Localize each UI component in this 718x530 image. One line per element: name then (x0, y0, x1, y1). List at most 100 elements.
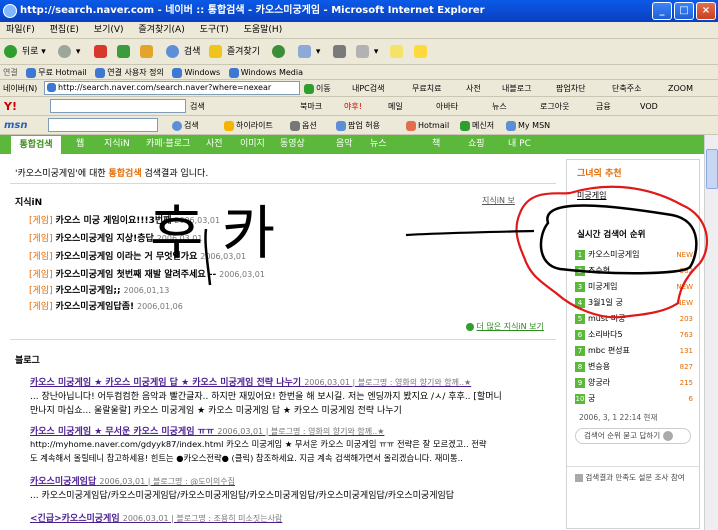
kin-item[interactable]: [게임] 카오스 미궁 게임이요!!!3번째 2006,03,01 (29, 213, 220, 226)
kin-item[interactable]: [게임] 카오스미궁게임 첫번째 재발 알려주세요 -- 2006,03,01 (29, 267, 265, 280)
logout-link[interactable]: 로그아웃 (540, 97, 569, 115)
back-button[interactable]: 뒤로 ▾ (4, 43, 46, 61)
tab-dictionary[interactable]: 사전 (206, 135, 223, 154)
kin-more-link[interactable]: 더 많은 지식iN 보기 (466, 321, 544, 332)
kin-more-top-link[interactable]: 지식iN 보 (482, 195, 515, 206)
msn-search-button[interactable]: 검색 (172, 116, 199, 134)
popup-block-link[interactable]: 팝업차단 (556, 80, 585, 96)
kin-item[interactable]: [게임] 카오스미궁게임답좀! 2006,01,06 (29, 299, 183, 312)
menu-bar: 파일(F) 편집(E) 보기(V) 즐겨찾기(A) 도구(T) 도움말(H) (0, 22, 718, 39)
msn-messenger-button[interactable]: 메신저 (460, 116, 494, 134)
my-msn-button[interactable]: My MSN (506, 116, 550, 134)
menu-file[interactable]: 파일(F) (6, 25, 35, 35)
rank-item[interactable]: 5 must 미궁 203 (575, 312, 693, 326)
maximize-button[interactable]: □ (674, 2, 694, 20)
vod-link[interactable]: VOD (640, 97, 658, 115)
feedback-link[interactable]: 검색결과 만족도 설문 조사 참여 (575, 472, 685, 483)
rank-item[interactable]: 7 mbc 편성표 131 (575, 344, 693, 358)
rank-item[interactable]: 8 변승용 827 (575, 360, 693, 374)
avatar-link[interactable]: 아바타 (436, 97, 458, 115)
messenger-button[interactable] (414, 43, 429, 61)
rank-item[interactable]: 9 양궁라 215 (575, 376, 693, 390)
go-button[interactable]: 이동 (304, 80, 331, 96)
link-windows[interactable]: Windows (172, 67, 220, 78)
news-link[interactable]: 뉴스 (492, 97, 507, 115)
tab-cafe-blog[interactable]: 카페·블로그 (146, 135, 190, 154)
scroll-thumb[interactable] (706, 149, 718, 189)
tab-news[interactable]: 뉴스 (370, 135, 387, 154)
dictionary-link[interactable]: 사전 (466, 80, 481, 96)
naver-search-input[interactable] (50, 99, 186, 113)
kin-item[interactable]: [게임] 카오스미궁게임 지상!층답 2006,03,01 (29, 231, 202, 244)
short-url-link[interactable]: 단축주소 (612, 80, 641, 96)
tab-book[interactable]: 책 (432, 135, 440, 154)
favorites-button[interactable]: 즐겨찾기 (209, 43, 260, 61)
rank-poll-button[interactable]: 검색어 순위 묻고 답하기 (575, 428, 691, 444)
options-button[interactable]: 옵션 (290, 116, 317, 134)
my-blog-link[interactable]: 내블로그 (502, 80, 531, 96)
vertical-scrollbar[interactable] (704, 135, 718, 530)
address-label: 네이버(N) (3, 84, 38, 93)
tab-shopping[interactable]: 쇼핑 (468, 135, 485, 154)
rank-item[interactable]: 10 궁 6 (575, 392, 693, 406)
rank-item[interactable]: 4 3월1일 궁 NEW (575, 296, 693, 310)
rank-item[interactable]: 2 조수현 382 (575, 264, 693, 278)
kin-item[interactable]: [게임] 카오스미궁게임 이라는 거 무엇인가요 2006,03,01 (29, 249, 246, 262)
rank-item[interactable]: 3 미궁게임 NEW (575, 280, 693, 294)
mail-button[interactable]: ▾ (298, 43, 320, 61)
search-button[interactable]: 검색 (166, 43, 200, 61)
edit-button[interactable]: ▾ (356, 43, 378, 61)
menu-edit[interactable]: 편집(E) (50, 25, 79, 35)
minimize-button[interactable]: _ (652, 2, 672, 20)
link-customize[interactable]: 연결 사용자 정의 (95, 67, 164, 78)
yahoo-logo[interactable]: Y! (4, 97, 17, 115)
kin-item[interactable]: [게임] 카오스미궁게임;; 2006,01,13 (29, 283, 169, 296)
home-button[interactable] (140, 43, 155, 61)
print-button[interactable] (333, 43, 348, 61)
blog-item-title[interactable]: 카오스미궁게임답 2006,03,01 | 블로그명 : @도이의수집 (30, 474, 235, 487)
menu-help[interactable]: 도움말(H) (244, 25, 283, 35)
recommend-link[interactable]: 미궁게임 (577, 190, 606, 201)
hotmail-button[interactable]: Hotmail (406, 116, 449, 134)
highlight-button[interactable]: 하이라이트 (224, 116, 273, 134)
tab-video[interactable]: 동영상 (280, 135, 305, 154)
rank-item[interactable]: 1 카오스미궁게임 NEW (575, 248, 693, 262)
stop-button[interactable] (94, 43, 109, 61)
search-tabs: 통합검색 웹 지식iN 카페·블로그 사전 이미지 동영상 음악 뉴스 책 쇼핑… (0, 135, 560, 154)
refresh-button[interactable] (117, 43, 132, 61)
tab-kin[interactable]: 지식iN (104, 135, 130, 154)
yahoo-button[interactable]: 야후! (344, 97, 362, 115)
address-input[interactable]: http://search.naver.com/search.naver?whe… (44, 81, 300, 95)
rank-item[interactable]: 6 소리바다5 763 (575, 328, 693, 342)
tab-web[interactable]: 웹 (76, 135, 84, 154)
link-hotmail[interactable]: 무료 Hotmail (26, 67, 87, 78)
bookmark-button[interactable]: 북마크 (300, 97, 322, 115)
free-cure-link[interactable]: 무료치료 (412, 80, 441, 96)
close-button[interactable]: × (696, 2, 716, 20)
mail-link[interactable]: 메일 (388, 97, 403, 115)
msn-search-input[interactable] (48, 118, 158, 132)
tab-image[interactable]: 이미지 (240, 135, 265, 154)
zoom-link[interactable]: ZOOM (668, 80, 693, 96)
ranking-timestamp: 2006, 3, 1 22:14 현재 (579, 413, 658, 422)
note-button[interactable] (390, 43, 405, 61)
msn-logo[interactable]: msn (4, 116, 28, 134)
popup-allow-button[interactable]: 팝업 허용 (336, 116, 380, 134)
forward-button[interactable]: ▾ (58, 43, 80, 61)
menu-tools[interactable]: 도구(T) (200, 25, 229, 35)
menu-view[interactable]: 보기(V) (94, 25, 124, 35)
link-windows-media[interactable]: Windows Media (228, 67, 303, 78)
blog-item-title[interactable]: <긴급>카오스미궁게임 2006,03,01 | 블로그명 : 조용히 미소짓는… (30, 511, 282, 524)
finance-link[interactable]: 금융 (596, 97, 611, 115)
blog-snippet: 만나지 마십쇼... 울랄울랄] 카오스 미궁게임 ★ 카오스 미궁게임 답 ★… (30, 406, 402, 416)
pc-search-link[interactable]: 내PC검색 (352, 80, 385, 96)
tab-my-pc[interactable]: 내 PC (508, 135, 531, 154)
history-button[interactable] (272, 43, 287, 61)
page-icon (47, 83, 56, 92)
menu-favorites[interactable]: 즐겨찾기(A) (138, 25, 184, 35)
blog-item-title[interactable]: 카오스 미궁게임 ★ 카오스 미궁게임 답 ★ 카오스 미궁게임 전략 나누기 … (30, 375, 471, 388)
naver-search-button[interactable]: 검색 (190, 97, 205, 115)
tab-music[interactable]: 음악 (336, 135, 353, 154)
blog-item-title[interactable]: 카오스 미궁게임 ★ 무서운 카오스 미궁게임 ㅠㅠ 2006,03,01 | … (30, 424, 384, 437)
tab-integrated[interactable]: 통합검색 (10, 135, 62, 154)
